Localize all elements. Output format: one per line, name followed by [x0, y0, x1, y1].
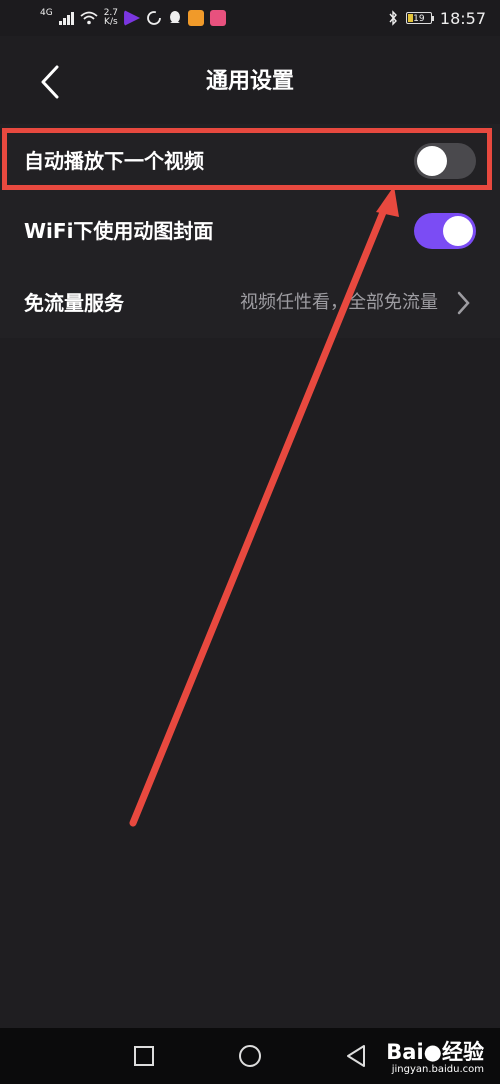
- system-nav-bar: Bai●经验 jingyan.baidu.com: [0, 1028, 500, 1084]
- status-bar: 4G 2.7 K/s 19 18:57: [0, 0, 500, 36]
- watermark-brand: Bai: [386, 1040, 424, 1064]
- signal-icon: [58, 11, 74, 25]
- network-speed: 2.7 K/s: [103, 8, 119, 27]
- paw-icon: ●: [423, 1040, 442, 1064]
- chevron-right-icon: [457, 291, 470, 315]
- autoplay-label: 自动播放下一个视频: [24, 149, 204, 173]
- battery-icon: 19: [405, 12, 434, 24]
- settings-list: 自动播放下一个视频 WiFi下使用动图封面 免流量服务 视频任性看，全部免流量: [0, 124, 500, 338]
- bluetooth-icon: [389, 10, 397, 26]
- wifi-cover-label: WiFi下使用动图封面: [24, 219, 214, 243]
- wifi-cover-toggle[interactable]: [414, 213, 476, 249]
- chevron-left-icon: [41, 65, 59, 99]
- free-data-value: 视频任性看，全部免流量: [240, 292, 438, 313]
- loading-icon: [147, 11, 161, 25]
- header: 通用设置: [0, 36, 500, 128]
- back-button[interactable]: [32, 62, 68, 102]
- status-bar-left: 4G 2.7 K/s: [40, 7, 227, 27]
- network-type: 4G: [40, 7, 53, 18]
- toggle-knob: [417, 146, 447, 176]
- app-notification-icon: [124, 10, 141, 26]
- toggle-knob: [443, 216, 473, 246]
- wifi-icon: [80, 11, 98, 25]
- free-data-label: 免流量服务: [24, 291, 124, 315]
- status-bar-right: 19 18:57: [388, 9, 486, 28]
- watermark-brand-tail: 经验: [442, 1040, 484, 1064]
- video-app-icon: [188, 10, 205, 26]
- setting-row-free-data[interactable]: 免流量服务 视频任性看，全部免流量: [0, 268, 500, 338]
- qq-icon: [170, 11, 181, 23]
- status-time: 18:57: [439, 8, 486, 28]
- watermark-url: jingyan.baidu.com: [391, 1064, 484, 1075]
- baidu-watermark: Bai●经验 jingyan.baidu.com: [386, 1036, 484, 1075]
- shop-app-icon: [210, 10, 227, 26]
- setting-row-wifi-cover[interactable]: WiFi下使用动图封面: [0, 196, 500, 266]
- autoplay-toggle[interactable]: [414, 143, 476, 179]
- back-nav-icon[interactable]: [342, 1042, 370, 1070]
- recent-apps-icon[interactable]: [130, 1042, 158, 1070]
- page-title: 通用设置: [205, 69, 294, 94]
- home-icon[interactable]: [236, 1042, 264, 1070]
- setting-row-autoplay[interactable]: 自动播放下一个视频: [0, 126, 500, 196]
